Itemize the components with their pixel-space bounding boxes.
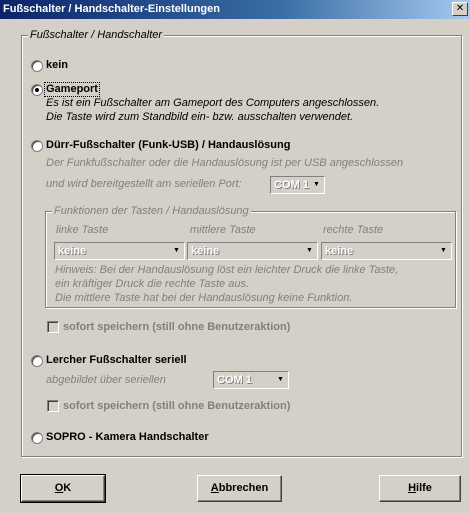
radio-gameport-label[interactable]: Gameport [44, 82, 100, 97]
help-button-label: Hilfe [408, 482, 432, 494]
ok-button[interactable]: OK [20, 474, 106, 503]
lercher-save-checkbox[interactable] [47, 400, 59, 412]
middle-key-select[interactable]: keine ▼ [187, 242, 318, 260]
lercher-save-label[interactable]: sofort speichern (still ohne Benutzerakt… [63, 400, 290, 413]
duerr-description-line1: Der Funkfußschalter oder die Handauslösu… [46, 157, 404, 169]
duerr-save-label[interactable]: sofort speichern (still ohne Benutzerakt… [63, 321, 290, 334]
close-icon: ✕ [455, 3, 465, 14]
chevron-down-icon: ▼ [173, 247, 180, 254]
radio-gameport[interactable] [31, 84, 43, 96]
window-title: Fußschalter / Handschalter-Einstellungen [3, 3, 220, 15]
close-button[interactable]: ✕ [452, 2, 468, 16]
radio-duerr[interactable] [31, 140, 43, 152]
key-hint-line2: ein kräftiger Druck die rechte Taste aus… [55, 278, 250, 290]
right-key-label: rechte Taste [323, 224, 384, 236]
middle-key-label: mittlere Taste [190, 224, 256, 236]
duerr-save-checkbox[interactable] [47, 321, 59, 333]
cancel-button[interactable]: Abbrechen [197, 475, 282, 502]
window-titlebar: Fußschalter / Handschalter-Einstellungen… [0, 0, 470, 19]
lercher-port-select[interactable]: COM 1 ▼ [213, 371, 289, 389]
duerr-port-select[interactable]: COM 1 ▼ [270, 176, 325, 194]
left-key-value: keine [58, 245, 87, 257]
key-functions-legend: Funktionen der Tasten / Handauslösung [52, 205, 251, 218]
lercher-port-value: COM 1 [217, 374, 252, 386]
left-key-label: linke Taste [56, 224, 109, 236]
gameport-description-line1: Es ist ein Fußschalter am Gameport des C… [46, 97, 380, 109]
right-key-select[interactable]: keine ▼ [321, 242, 452, 260]
chevron-down-icon: ▼ [440, 247, 447, 254]
radio-lercher[interactable] [31, 355, 43, 367]
middle-key-value: keine [191, 245, 220, 257]
cancel-button-label: Abbrechen [210, 482, 269, 494]
chevron-down-icon: ▼ [313, 181, 320, 188]
radio-sopro[interactable] [31, 432, 43, 444]
radio-lercher-label[interactable]: Lercher Fußschalter seriell [46, 354, 187, 367]
radio-duerr-label[interactable]: Dürr-Fußschalter (Funk-USB) / Handauslös… [46, 139, 290, 152]
footswitch-groupbox-legend: Fußschalter / Handschalter [28, 29, 165, 42]
chevron-down-icon: ▼ [306, 247, 313, 254]
duerr-port-value: COM 1 [274, 179, 309, 191]
help-button[interactable]: Hilfe [379, 475, 461, 502]
radio-sopro-label[interactable]: SOPRO - Kamera Handschalter [46, 431, 209, 444]
ok-button-label: OK [54, 482, 72, 494]
key-hint-line3: Die mittlere Taste hat bei der Handauslö… [55, 292, 353, 304]
left-key-select[interactable]: keine ▼ [54, 242, 185, 260]
radio-none-label[interactable]: kein [46, 59, 68, 72]
key-hint-line1: Hinweis: Bei der Handauslösung löst ein … [55, 264, 399, 276]
duerr-description-line2: und wird bereitgestellt am seriellen Por… [46, 178, 242, 190]
right-key-value: keine [325, 245, 354, 257]
chevron-down-icon: ▼ [277, 376, 284, 383]
gameport-description-line2: Die Taste wird zum Standbild ein- bzw. a… [46, 111, 354, 123]
lercher-description: abgebildet über seriellen [46, 374, 166, 386]
radio-none[interactable] [31, 60, 43, 72]
